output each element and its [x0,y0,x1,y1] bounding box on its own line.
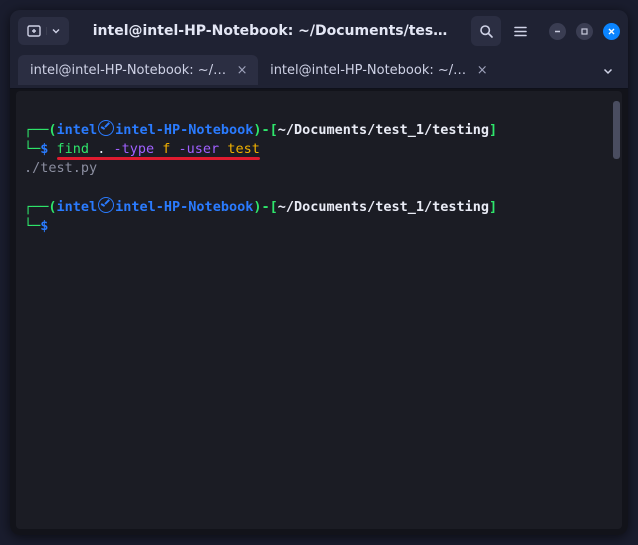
annotation-underline [57,157,260,160]
prompt-symbol: $ [40,141,48,157]
prompt-host: intel-HP-Notebook [115,122,253,138]
prompt2-host: intel-HP-Notebook [115,199,253,215]
tab-2-label: intel@intel-HP-Notebook: ~/… [270,63,466,78]
prompt2-path: ~/Documents/test_1/testing [278,199,489,215]
tab-2[interactable]: intel@intel-HP-Notebook: ~/… × [258,55,498,85]
cmd-find: find [57,141,90,157]
window-controls [549,23,620,40]
tab-overflow-button[interactable] [596,61,620,80]
terminal-wrap: ┌──(intelintel-HP-Notebook)-[~/Documents… [10,89,628,535]
new-tab-button[interactable] [18,17,69,45]
cmd-val-type: f [162,141,170,157]
cmd-flag-user: -user [179,141,220,157]
close-button[interactable] [603,23,620,40]
search-button[interactable] [471,16,501,46]
terminal[interactable]: ┌──(intelintel-HP-Notebook)-[~/Documents… [16,91,622,529]
cmd-val-user: test [227,141,260,157]
minimize-button[interactable] [549,23,566,40]
prompt-separator-icon [98,120,114,136]
command-line: find . -type f -user test [57,140,260,159]
tab-1-label: intel@intel-HP-Notebook: ~/… [30,63,226,78]
new-tab-dropdown[interactable] [46,27,65,35]
titlebar: intel@intel-HP-Notebook: ~/Documents/tes… [10,10,628,52]
terminal-window: intel@intel-HP-Notebook: ~/Documents/tes… [10,10,628,535]
close-icon [607,27,616,36]
prompt-user: intel [57,122,98,138]
tab-bar: intel@intel-HP-Notebook: ~/… × intel@int… [10,52,628,89]
hamburger-menu-button[interactable] [505,16,535,46]
chevron-down-icon [603,66,613,76]
prompt2-user: intel [57,199,98,215]
cmd-dot: . [97,141,105,157]
minimize-icon [553,27,562,36]
maximize-icon [580,27,589,36]
window-title: intel@intel-HP-Notebook: ~/Documents/tes… [73,23,467,39]
scrollbar-thumb[interactable] [613,101,620,159]
tab-1[interactable]: intel@intel-HP-Notebook: ~/… × [18,55,258,85]
tab-2-close[interactable]: × [474,63,490,78]
output-line-1: ./test.py [24,160,97,176]
hamburger-icon [513,24,528,39]
search-icon [479,24,494,39]
prompt-path: ~/Documents/test_1/testing [278,122,489,138]
maximize-button[interactable] [576,23,593,40]
prompt2-symbol: $ [40,218,48,234]
cmd-flag-type: -type [113,141,154,157]
prompt-separator-icon [98,197,114,213]
new-tab-icon [22,24,46,38]
tab-1-close[interactable]: × [234,63,250,78]
